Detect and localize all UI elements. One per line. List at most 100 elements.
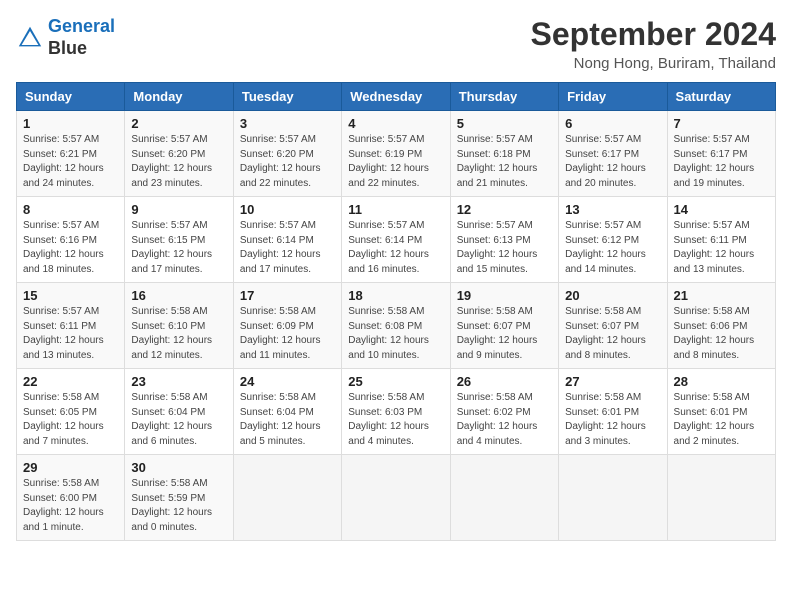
calendar-cell: 15Sunrise: 5:57 AM Sunset: 6:11 PM Dayli…: [17, 283, 125, 369]
day-number: 21: [674, 288, 769, 303]
day-number: 6: [565, 116, 660, 131]
day-number: 12: [457, 202, 552, 217]
calendar-week-row: 8Sunrise: 5:57 AM Sunset: 6:16 PM Daylig…: [17, 197, 776, 283]
day-number: 24: [240, 374, 335, 389]
calendar-cell: 2 Sunrise: 5:57 AM Sunset: 6:20 PM Daylig…: [125, 111, 233, 197]
day-info: Sunrise: 5:57 AM Sunset: 6:21 PM Dayligh…: [23, 133, 118, 191]
day-header: Monday: [125, 83, 233, 111]
day-number: 27: [565, 374, 660, 389]
day-info: Sunrise: 5:58 AM Sunset: 6:04 PM Dayligh…: [131, 391, 226, 449]
calendar-cell: 24Sunrise: 5:58 AM Sunset: 6:04 PM Dayli…: [233, 369, 341, 455]
day-number: 8: [23, 202, 118, 217]
day-header: Saturday: [667, 83, 775, 111]
calendar-cell: [667, 455, 775, 541]
logo-text: General Blue: [48, 16, 115, 59]
day-info: Sunrise: 5:57 AM Sunset: 6:11 PM Dayligh…: [674, 219, 769, 277]
calendar-cell: 13 Sunrise: 5:57 AM Sunset: 6:12 PM Dayli…: [559, 197, 667, 283]
calendar-cell: 4 Sunrise: 5:57 AM Sunset: 6:19 PM Daylig…: [342, 111, 450, 197]
day-number: 1: [23, 116, 118, 131]
calendar-cell: 6 Sunrise: 5:57 AM Sunset: 6:17 PM Daylig…: [559, 111, 667, 197]
day-number: 18: [348, 288, 443, 303]
day-info: Sunrise: 5:58 AM Sunset: 6:05 PM Dayligh…: [23, 391, 118, 449]
day-info: Sunrise: 5:57 AM Sunset: 6:11 PM Dayligh…: [23, 305, 118, 363]
day-info: Sunrise: 5:57 AM Sunset: 6:19 PM Dayligh…: [348, 133, 443, 191]
header: General Blue September 2024 Nong Hong, B…: [16, 16, 776, 72]
day-number: 10: [240, 202, 335, 217]
calendar-cell: 5Sunrise: 5:57 AM Sunset: 6:18 PM Daylig…: [450, 111, 558, 197]
calendar-body: 1 Sunrise: 5:57 AM Sunset: 6:21 PM Daylig…: [17, 111, 776, 541]
calendar-cell: 10Sunrise: 5:57 AM Sunset: 6:14 PM Dayli…: [233, 197, 341, 283]
day-number: 4: [348, 116, 443, 131]
day-number: 17: [240, 288, 335, 303]
calendar-cell: 29Sunrise: 5:58 AM Sunset: 6:00 PM Dayli…: [17, 455, 125, 541]
calendar-cell: 19 Sunrise: 5:58 AM Sunset: 6:07 PM Dayli…: [450, 283, 558, 369]
calendar-cell: 21 Sunrise: 5:58 AM Sunset: 6:06 PM Dayli…: [667, 283, 775, 369]
calendar-cell: 27 Sunrise: 5:58 AM Sunset: 6:01 PM Dayli…: [559, 369, 667, 455]
day-info: Sunrise: 5:58 AM Sunset: 6:07 PM Dayligh…: [457, 305, 552, 363]
day-info: Sunrise: 5:58 AM Sunset: 6:07 PM Dayligh…: [565, 305, 660, 363]
calendar-week-row: 1 Sunrise: 5:57 AM Sunset: 6:21 PM Daylig…: [17, 111, 776, 197]
day-number: 19: [457, 288, 552, 303]
day-info: Sunrise: 5:58 AM Sunset: 6:08 PM Dayligh…: [348, 305, 443, 363]
day-info: Sunrise: 5:57 AM Sunset: 6:20 PM Dayligh…: [240, 133, 335, 191]
day-number: 14: [674, 202, 769, 217]
calendar-cell: 8Sunrise: 5:57 AM Sunset: 6:16 PM Daylig…: [17, 197, 125, 283]
day-number: 2: [131, 116, 226, 131]
calendar-cell: 3 Sunrise: 5:57 AM Sunset: 6:20 PM Daylig…: [233, 111, 341, 197]
day-number: 16: [131, 288, 226, 303]
calendar-week-row: 22 Sunrise: 5:58 AM Sunset: 6:05 PM Dayli…: [17, 369, 776, 455]
day-info: Sunrise: 5:58 AM Sunset: 6:02 PM Dayligh…: [457, 391, 552, 449]
day-number: 13: [565, 202, 660, 217]
day-header: Sunday: [17, 83, 125, 111]
calendar-cell: 12 Sunrise: 5:57 AM Sunset: 6:13 PM Dayli…: [450, 197, 558, 283]
day-info: Sunrise: 5:57 AM Sunset: 6:14 PM Dayligh…: [348, 219, 443, 277]
calendar-cell: [450, 455, 558, 541]
day-number: 7: [674, 116, 769, 131]
main-title: September 2024: [531, 16, 776, 53]
calendar-cell: [342, 455, 450, 541]
day-info: Sunrise: 5:57 AM Sunset: 6:15 PM Dayligh…: [131, 219, 226, 277]
calendar-cell: 14 Sunrise: 5:57 AM Sunset: 6:11 PM Dayli…: [667, 197, 775, 283]
day-header: Tuesday: [233, 83, 341, 111]
calendar-cell: [559, 455, 667, 541]
day-number: 5: [457, 116, 552, 131]
day-number: 22: [23, 374, 118, 389]
day-info: Sunrise: 5:57 AM Sunset: 6:17 PM Dayligh…: [565, 133, 660, 191]
logo: General Blue: [16, 16, 115, 59]
day-number: 29: [23, 460, 118, 475]
day-number: 25: [348, 374, 443, 389]
day-info: Sunrise: 5:57 AM Sunset: 6:12 PM Dayligh…: [565, 219, 660, 277]
day-number: 30: [131, 460, 226, 475]
calendar-cell: 11 Sunrise: 5:57 AM Sunset: 6:14 PM Dayli…: [342, 197, 450, 283]
day-info: Sunrise: 5:57 AM Sunset: 6:13 PM Dayligh…: [457, 219, 552, 277]
day-number: 28: [674, 374, 769, 389]
day-number: 11: [348, 202, 443, 217]
day-number: 3: [240, 116, 335, 131]
logo-icon: [16, 24, 44, 52]
calendar-cell: 16Sunrise: 5:58 AM Sunset: 6:10 PM Dayli…: [125, 283, 233, 369]
calendar-cell: 7 Sunrise: 5:57 AM Sunset: 6:17 PM Daylig…: [667, 111, 775, 197]
calendar-cell: 28 Sunrise: 5:58 AM Sunset: 6:01 PM Dayli…: [667, 369, 775, 455]
day-info: Sunrise: 5:58 AM Sunset: 6:03 PM Dayligh…: [348, 391, 443, 449]
day-info: Sunrise: 5:58 AM Sunset: 6:01 PM Dayligh…: [674, 391, 769, 449]
day-info: Sunrise: 5:58 AM Sunset: 5:59 PM Dayligh…: [131, 477, 226, 535]
day-info: Sunrise: 5:58 AM Sunset: 6:01 PM Dayligh…: [565, 391, 660, 449]
calendar-cell: 30 Sunrise: 5:58 AM Sunset: 5:59 PM Dayli…: [125, 455, 233, 541]
day-header: Wednesday: [342, 83, 450, 111]
calendar-cell: 20 Sunrise: 5:58 AM Sunset: 6:07 PM Dayli…: [559, 283, 667, 369]
day-info: Sunrise: 5:57 AM Sunset: 6:20 PM Dayligh…: [131, 133, 226, 191]
title-area: September 2024 Nong Hong, Buriram, Thail…: [531, 16, 776, 72]
calendar-cell: 25 Sunrise: 5:58 AM Sunset: 6:03 PM Dayli…: [342, 369, 450, 455]
calendar-week-row: 29Sunrise: 5:58 AM Sunset: 6:00 PM Dayli…: [17, 455, 776, 541]
day-info: Sunrise: 5:58 AM Sunset: 6:06 PM Dayligh…: [674, 305, 769, 363]
calendar-cell: 22 Sunrise: 5:58 AM Sunset: 6:05 PM Dayli…: [17, 369, 125, 455]
day-header: Thursday: [450, 83, 558, 111]
day-info: Sunrise: 5:57 AM Sunset: 6:17 PM Dayligh…: [674, 133, 769, 191]
calendar-cell: 1 Sunrise: 5:57 AM Sunset: 6:21 PM Daylig…: [17, 111, 125, 197]
day-number: 26: [457, 374, 552, 389]
calendar-cell: 23Sunrise: 5:58 AM Sunset: 6:04 PM Dayli…: [125, 369, 233, 455]
calendar-cell: 9Sunrise: 5:57 AM Sunset: 6:15 PM Daylig…: [125, 197, 233, 283]
calendar-week-row: 15Sunrise: 5:57 AM Sunset: 6:11 PM Dayli…: [17, 283, 776, 369]
calendar-cell: [233, 455, 341, 541]
day-number: 20: [565, 288, 660, 303]
